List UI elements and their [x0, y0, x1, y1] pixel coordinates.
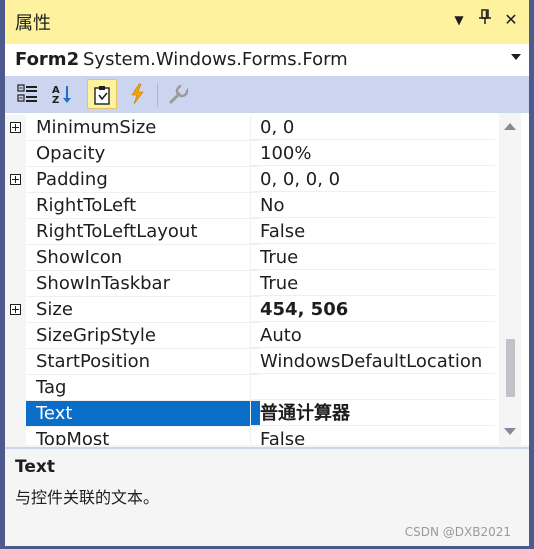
property-value[interactable]: False: [251, 427, 495, 445]
alphabetical-icon[interactable]: A Z: [47, 79, 77, 109]
property-row-tag[interactable]: Tag: [5, 375, 495, 401]
properties-icon[interactable]: [87, 79, 117, 109]
property-value[interactable]: WindowsDefaultLocation: [251, 349, 495, 374]
property-row-righttoleftlayout[interactable]: RightToLeftLayout False: [5, 219, 495, 245]
watermark: CSDN @DXB2021: [404, 525, 511, 539]
property-value[interactable]: No: [251, 193, 495, 218]
properties-window: 属性 ▼ ✕ Form2 System.Windows.Forms.Form A…: [0, 0, 534, 549]
property-row-showintaskbar[interactable]: ShowInTaskbar True: [5, 271, 495, 297]
chevron-down-icon[interactable]: [511, 54, 521, 60]
pin-icon[interactable]: [473, 8, 497, 32]
property-value[interactable]: 454, 506: [251, 297, 495, 322]
property-value[interactable]: 0, 0, 0, 0: [251, 167, 495, 192]
row-gutter: [5, 427, 26, 445]
property-row-showicon[interactable]: ShowIcon True: [5, 245, 495, 271]
description-title: Text: [15, 457, 55, 477]
property-name: Opacity: [26, 141, 260, 167]
scroll-down-icon[interactable]: [504, 428, 516, 435]
scroll-up-icon[interactable]: [504, 123, 516, 130]
property-value[interactable]: 100%: [251, 141, 495, 166]
title-bar: 属性 ▼ ✕: [5, 0, 529, 44]
property-row-text[interactable]: Text 普通计算器: [5, 401, 495, 427]
property-value[interactable]: True: [251, 271, 495, 296]
property-name: StartPosition: [26, 349, 260, 375]
property-toolbar: A Z: [5, 77, 529, 113]
window-title: 属性: [15, 13, 51, 34]
toolbar-separator: [157, 83, 158, 107]
property-name: SizeGripStyle: [26, 323, 260, 349]
row-gutter: [5, 401, 26, 427]
scroll-thumb[interactable]: [506, 339, 515, 397]
row-gutter: [5, 115, 26, 141]
property-row-padding[interactable]: Padding 0, 0, 0, 0: [5, 167, 495, 193]
property-row-size[interactable]: Size 454, 506: [5, 297, 495, 323]
property-value[interactable]: True: [251, 245, 495, 270]
description-panel: Text 与控件关联的文本。 CSDN @DXB2021: [5, 447, 529, 546]
property-name: RightToLeftLayout: [26, 219, 260, 245]
property-row-opacity[interactable]: Opacity 100%: [5, 141, 495, 167]
property-name: ShowInTaskbar: [26, 271, 260, 297]
dropdown-icon[interactable]: ▼: [447, 8, 471, 32]
vertical-scrollbar[interactable]: [499, 113, 521, 445]
property-value[interactable]: 0, 0: [251, 115, 495, 140]
property-name: Padding: [26, 167, 260, 193]
object-name: Form2: [15, 49, 80, 70]
property-name: MinimumSize: [26, 115, 260, 141]
property-grid: MinimumSize 0, 0 Opacity 100% Padding 0,…: [5, 113, 529, 445]
property-name: TopMost: [26, 427, 260, 445]
row-gutter: [5, 141, 26, 167]
expand-icon[interactable]: [10, 122, 21, 133]
row-gutter: [5, 167, 26, 193]
row-gutter: [5, 271, 26, 297]
object-type: System.Windows.Forms.Form: [83, 49, 348, 70]
row-gutter: [5, 375, 26, 401]
property-name: Tag: [26, 375, 260, 401]
close-icon[interactable]: ✕: [499, 8, 523, 32]
property-row-righttoleft[interactable]: RightToLeft No: [5, 193, 495, 219]
property-name: Text: [26, 401, 260, 427]
row-gutter: [5, 193, 26, 219]
row-gutter: [5, 219, 26, 245]
expand-icon[interactable]: [10, 304, 21, 315]
events-icon[interactable]: [123, 79, 153, 109]
property-name: RightToLeft: [26, 193, 260, 219]
row-gutter: [5, 323, 26, 349]
property-pages-icon[interactable]: [163, 79, 193, 109]
property-value[interactable]: False: [251, 219, 495, 244]
property-row-startposition[interactable]: StartPosition WindowsDefaultLocation: [5, 349, 495, 375]
categorized-icon[interactable]: [13, 79, 43, 109]
property-value[interactable]: [251, 375, 495, 400]
property-name: ShowIcon: [26, 245, 260, 271]
property-row-minimumsize[interactable]: MinimumSize 0, 0: [5, 115, 495, 141]
row-gutter: [5, 297, 26, 323]
object-selector[interactable]: Form2 System.Windows.Forms.Form: [5, 44, 529, 77]
property-name: Size: [26, 297, 260, 323]
property-value[interactable]: 普通计算器: [251, 401, 495, 426]
property-row-topmost[interactable]: TopMost False: [5, 427, 495, 445]
row-gutter: [5, 349, 26, 375]
property-row-sizegripstyle[interactable]: SizeGripStyle Auto: [5, 323, 495, 349]
expand-icon[interactable]: [10, 174, 21, 185]
description-text: 与控件关联的文本。: [15, 488, 160, 507]
row-gutter: [5, 245, 26, 271]
svg-text:Z: Z: [52, 95, 59, 105]
property-value[interactable]: Auto: [251, 323, 495, 348]
